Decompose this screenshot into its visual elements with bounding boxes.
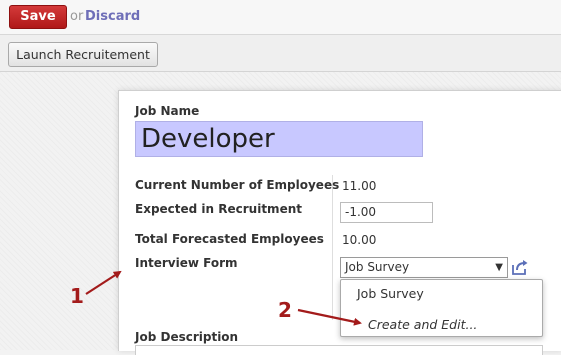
column-divider — [332, 175, 333, 320]
interview-form-label: Interview Form — [135, 256, 238, 270]
dropdown-option-create-and-edit[interactable]: Create and Edit... — [368, 317, 477, 332]
launch-recruitement-button[interactable]: Launch Recruitement — [8, 42, 158, 67]
job-name-label: Job Name — [135, 104, 200, 118]
forecasted-employees-label: Total Forecasted Employees — [135, 232, 324, 246]
triangle-down-icon[interactable]: ▼ — [495, 258, 503, 277]
expected-recruitment-label: Expected in Recruitment — [135, 202, 302, 216]
annotation-marker-2: 2 — [278, 298, 292, 322]
current-employees-label: Current Number of Employees — [135, 178, 340, 192]
discard-link[interactable]: Discard — [85, 9, 140, 24]
save-button[interactable]: Save — [9, 5, 67, 29]
annotation-marker-1: 1 — [70, 284, 84, 308]
external-link-icon[interactable] — [511, 258, 529, 276]
top-action-bar: Save or Discard — [0, 0, 561, 35]
job-description-label: Job Description — [135, 330, 239, 344]
or-text: or — [70, 9, 84, 24]
job-name-field[interactable]: Developer — [135, 121, 423, 157]
interview-form-dropdown: Job Survey Create and Edit... — [340, 279, 543, 337]
current-employees-value: 11.00 — [342, 179, 377, 193]
expected-recruitment-field[interactable]: -1.00 — [340, 202, 433, 223]
status-bar: Launch Recruitement — [0, 35, 561, 72]
interview-form-value: Job Survey — [345, 260, 410, 274]
job-description-field[interactable] — [135, 345, 543, 355]
dropdown-option-job-survey[interactable]: Job Survey — [357, 286, 424, 301]
forecasted-employees-value: 10.00 — [342, 233, 377, 247]
interview-form-select[interactable]: Job Survey ▼ — [340, 257, 508, 278]
